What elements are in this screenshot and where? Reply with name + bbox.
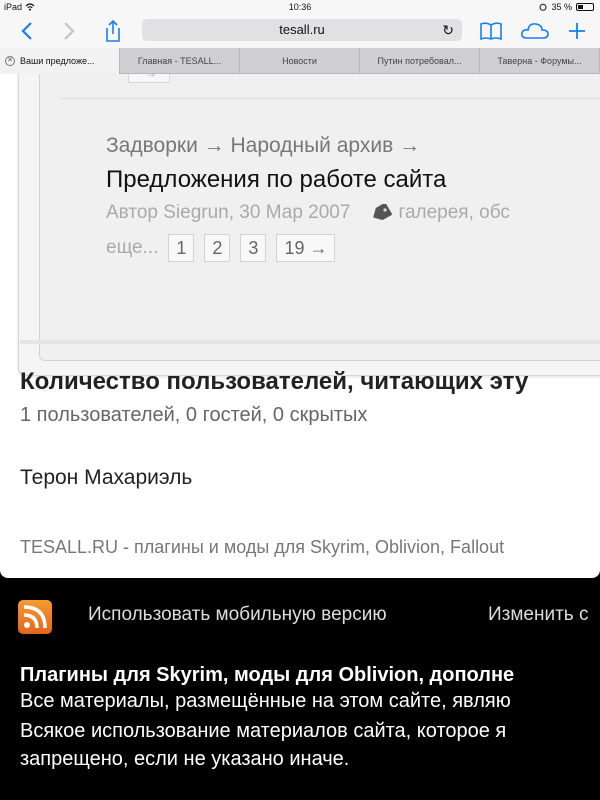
tab-label: Таверна - Форумы... (497, 56, 582, 66)
share-icon (106, 19, 120, 42)
mobile-version-link[interactable]: Использовать мобильную версию (88, 604, 387, 626)
book-icon (480, 22, 502, 41)
page-button[interactable]: 3 (240, 234, 267, 262)
prev-page-button[interactable]: → (128, 74, 170, 83)
alarm-icon (539, 3, 547, 11)
footer-line: Все материалы, размещённые на этом сайте… (20, 690, 511, 712)
battery-percent: 35 % (551, 2, 572, 12)
new-tab-button[interactable] (562, 18, 592, 44)
back-button[interactable] (12, 18, 42, 44)
breadcrumb[interactable]: Задворки → Народный архив → (106, 134, 420, 158)
page-button[interactable]: 2 (204, 234, 231, 262)
plus-icon (569, 23, 585, 39)
battery-icon (576, 3, 594, 11)
tab-label: Главная - TESALL... (137, 56, 222, 66)
last-page-button[interactable]: 19 → (276, 234, 336, 262)
address-bar[interactable]: tesall.ru ↻ (142, 19, 462, 41)
browser-toolbar: tesall.ru ↻ (0, 14, 600, 48)
rss-icon[interactable] (18, 600, 52, 634)
pages-label: еще... (106, 237, 159, 258)
tab-label: Ваши предложе... (20, 56, 95, 66)
tag-icon (373, 204, 393, 221)
footer-line: запрещено, если не указано иначе. (20, 748, 350, 770)
close-tab-icon[interactable]: ✕ (5, 56, 15, 66)
readers-heading: Количество пользователей, читающих эту (20, 368, 529, 395)
tab-bar: ✕ Ваши предложе... Главная - TESALL... Н… (0, 48, 600, 74)
status-right: 35 % (539, 2, 594, 12)
arrow-text: → (145, 74, 157, 80)
forward-button[interactable] (54, 18, 84, 44)
rss-glyph (23, 605, 47, 629)
tab-0[interactable]: ✕ Ваши предложе... (0, 48, 120, 74)
footer-title: Плагины для Skyrim, моды для Oblivion, д… (20, 664, 515, 686)
footer: Использовать мобильную версию Изменить с… (0, 578, 600, 800)
icloud-tabs-button[interactable] (520, 18, 550, 44)
cloud-icon (521, 23, 549, 39)
chevron-left-icon (21, 22, 32, 40)
page-content: → Задворки → Народный архив → Предложени… (0, 74, 600, 578)
tab-3[interactable]: Путин потребовал... (360, 48, 480, 74)
divider (60, 98, 600, 99)
reader-user-link[interactable]: Терон Махариэль (20, 466, 192, 490)
bookmarks-button[interactable] (476, 18, 506, 44)
topic-title-link[interactable]: Предложения по работе сайта (106, 166, 446, 194)
pagination: еще... 1 2 3 19 → (106, 234, 336, 262)
tab-4[interactable]: Таверна - Форумы... (480, 48, 600, 74)
topic-author-date: Автор Siegrun, 30 Мар 2007 (106, 202, 351, 223)
clock: 10:36 (288, 2, 312, 12)
footer-line: Всякое использование материалов сайта, к… (20, 720, 507, 742)
status-bar: iPad 10:36 35 % (0, 0, 600, 14)
reload-icon[interactable]: ↻ (442, 19, 454, 41)
battery-fill (578, 5, 583, 9)
share-button[interactable] (98, 18, 128, 44)
topic-meta: Автор Siegrun, 30 Мар 2007 галерея, обс (106, 202, 510, 224)
tab-1[interactable]: Главная - TESALL... (120, 48, 240, 74)
change-style-link[interactable]: Изменить с (488, 604, 588, 626)
url-text: tesall.ru (279, 22, 325, 37)
tab-2[interactable]: Новости (240, 48, 360, 74)
section-divider (20, 340, 600, 344)
topic-card: → (18, 74, 600, 376)
tab-label: Новости (282, 56, 317, 66)
readers-counts: 1 пользователей, 0 гостей, 0 скрытых (20, 404, 368, 426)
page-button[interactable]: 1 (168, 234, 195, 262)
tab-label: Путин потребовал... (377, 56, 462, 66)
chevron-right-icon (64, 22, 75, 40)
site-description: TESALL.RU - плагины и моды для Skyrim, O… (20, 537, 505, 557)
topic-tags[interactable]: галерея, обс (398, 202, 509, 224)
